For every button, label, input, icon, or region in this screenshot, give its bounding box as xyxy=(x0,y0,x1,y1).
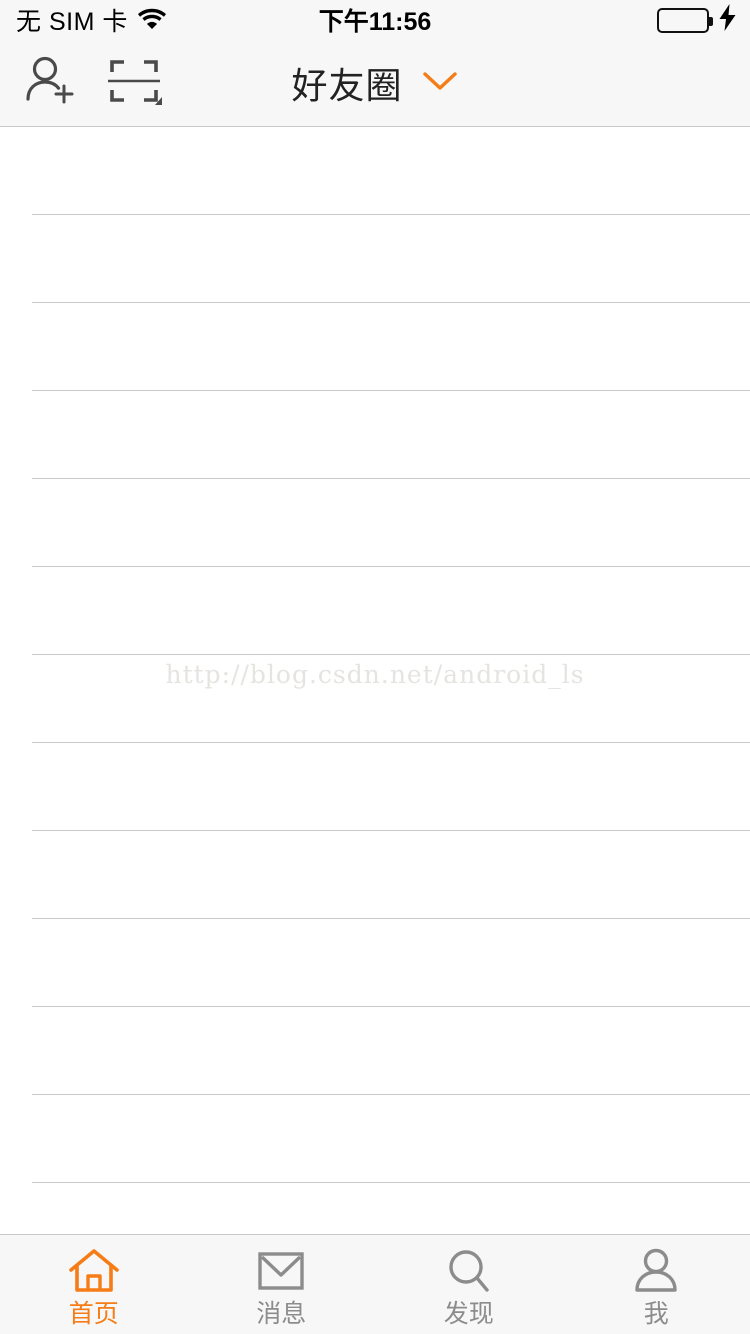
tab-home-label: 首页 xyxy=(68,1298,119,1328)
home-icon xyxy=(68,1248,120,1294)
list-item[interactable] xyxy=(0,127,750,215)
friends-feed-list[interactable] xyxy=(0,127,750,1234)
tab-home[interactable]: 首页 xyxy=(0,1235,188,1334)
header-bar: 好友圈 xyxy=(0,40,750,127)
list-item[interactable] xyxy=(0,303,750,391)
list-item[interactable] xyxy=(0,479,750,567)
tab-profile[interactable]: 我 xyxy=(563,1235,750,1334)
add-friend-icon[interactable] xyxy=(22,53,78,114)
search-icon xyxy=(445,1248,493,1294)
list-item[interactable] xyxy=(0,655,750,743)
lightning-bolt-icon xyxy=(719,4,736,36)
list-item[interactable] xyxy=(0,1095,750,1183)
person-icon xyxy=(632,1248,680,1294)
status-bar-left: 无 SIM 卡 xyxy=(16,2,166,38)
tab-messages-label: 消息 xyxy=(256,1298,307,1328)
tab-discover[interactable]: 发现 xyxy=(375,1235,563,1334)
content-area: http://blog.csdn.net/android_ls xyxy=(0,127,750,1234)
scan-qr-icon[interactable] xyxy=(106,55,162,112)
carrier-label: 无 SIM 卡 xyxy=(16,8,128,36)
list-item[interactable] xyxy=(0,743,750,831)
battery-icon xyxy=(657,7,713,33)
wifi-icon xyxy=(137,8,166,34)
status-bar: 无 SIM 卡 下午11:56 xyxy=(0,0,750,40)
header-right-actions xyxy=(92,55,162,112)
tab-profile-label: 我 xyxy=(643,1298,669,1328)
header-left-actions xyxy=(22,53,92,114)
bottom-tab-bar: 首页 消息 发现 我 xyxy=(0,1234,750,1334)
app-screen: 无 SIM 卡 下午11:56 好友圈 http://blog.csdn.net… xyxy=(0,0,750,1334)
list-item[interactable] xyxy=(0,831,750,919)
tab-messages[interactable]: 消息 xyxy=(188,1235,376,1334)
list-item[interactable] xyxy=(0,215,750,303)
list-item[interactable] xyxy=(0,919,750,1007)
list-item[interactable] xyxy=(0,391,750,479)
list-item[interactable] xyxy=(0,567,750,655)
tab-discover-label: 发现 xyxy=(443,1298,494,1328)
page-title: 好友圈 xyxy=(291,66,403,107)
envelope-icon xyxy=(257,1248,305,1294)
list-divider xyxy=(32,1182,750,1183)
status-bar-right xyxy=(657,4,736,36)
list-item[interactable] xyxy=(0,1007,750,1095)
chevron-down-icon[interactable] xyxy=(421,68,459,99)
